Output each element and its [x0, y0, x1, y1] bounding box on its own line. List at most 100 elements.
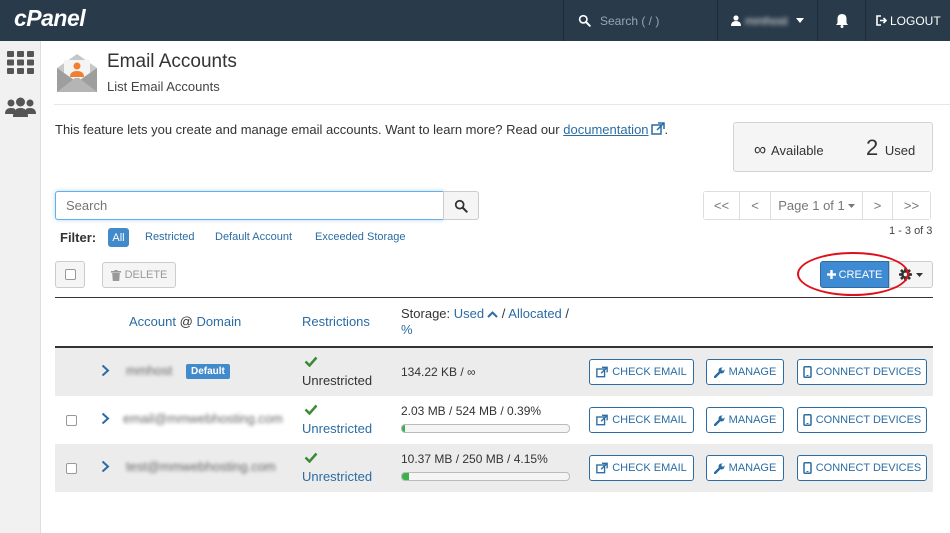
manage-label: MANAGE	[728, 414, 777, 426]
documentation-link[interactable]: documentation	[563, 122, 648, 137]
intro-text: This feature lets you create and manage …	[55, 122, 668, 137]
checkmark-icon	[304, 404, 318, 415]
check-email-button[interactable]: CHECK EMAIL	[589, 407, 694, 433]
manage-button[interactable]: MANAGE	[706, 359, 784, 385]
users-icon[interactable]	[5, 97, 36, 117]
chevron-right-icon[interactable]	[101, 460, 110, 473]
page-subtitle: List Email Accounts	[107, 79, 220, 94]
manage-label: MANAGE	[728, 462, 777, 474]
account-name: mmhost	[126, 363, 173, 378]
previous-page-button[interactable]: <	[740, 192, 771, 219]
storage-header: Storage: Used / Allocated / %	[401, 306, 569, 337]
connect-devices-button[interactable]: CONNECT DEVICES	[797, 359, 927, 385]
check-email-button[interactable]: CHECK EMAIL	[589, 359, 694, 385]
global-search[interactable]: Search ( / )	[564, 0, 717, 41]
top-bar: cPanel Search ( / ) mmhost LOGOUT	[0, 0, 950, 41]
caret-down-icon	[847, 203, 855, 208]
wrench-icon	[713, 367, 725, 378]
account-domain-header[interactable]: Account @ Domain	[129, 314, 241, 329]
cpanel-logo[interactable]: cPanel	[14, 5, 86, 32]
select-all-checkbox[interactable]	[65, 269, 76, 280]
filter-restricted[interactable]: Restricted	[145, 231, 195, 243]
filter-label: Filter:	[60, 230, 97, 245]
external-link-icon[interactable]	[650, 122, 665, 135]
connect-devices-button[interactable]: CONNECT DEVICES	[797, 455, 927, 481]
account-name: email@mmwebhosting.com	[123, 411, 283, 426]
search-button[interactable]	[443, 191, 479, 220]
highlight-circle	[797, 252, 909, 296]
header-divider	[54, 104, 950, 105]
restriction-status[interactable]: Unrestricted	[302, 421, 372, 436]
external-link-icon	[596, 366, 609, 378]
check-email-button[interactable]: CHECK EMAIL	[589, 455, 694, 481]
manage-button[interactable]: MANAGE	[706, 407, 784, 433]
checkmark-icon	[304, 356, 318, 367]
table-row: email@mmwebhosting.com Unrestricted 2.03…	[55, 396, 933, 444]
last-page-button[interactable]: >>	[893, 192, 930, 219]
page-title: Email Accounts	[107, 51, 237, 72]
notifications-button[interactable]	[818, 0, 865, 41]
restrictions-header[interactable]: Restrictions	[302, 314, 370, 329]
at-symbol: @	[179, 314, 193, 329]
used-stat: 2 Used	[866, 135, 915, 161]
trash-icon	[110, 269, 121, 281]
delete-label: DELETE	[124, 269, 168, 281]
storage-progress-bar	[401, 472, 570, 481]
allocated-header[interactable]: Allocated	[508, 306, 561, 321]
storage-separator: /	[565, 306, 570, 321]
row-checkbox[interactable]	[66, 463, 77, 474]
first-page-button[interactable]: <<	[704, 192, 740, 219]
intro-end: .	[664, 122, 669, 137]
connect-devices-label: CONNECT DEVICES	[815, 366, 922, 378]
storage-header-prefix: Storage:	[401, 306, 451, 321]
domain-header[interactable]: Domain	[196, 314, 241, 329]
storage-progress-fill	[402, 473, 409, 480]
email-accounts-icon	[57, 54, 97, 92]
username: mmhost	[745, 13, 788, 28]
intro-sentence: This feature lets you create and manage …	[55, 122, 560, 137]
filter-default-account[interactable]: Default Account	[215, 231, 292, 243]
result-range: 1 - 3 of 3	[889, 225, 933, 237]
chevron-right-icon[interactable]	[101, 412, 110, 425]
mobile-icon	[802, 414, 812, 426]
row-checkbox[interactable]	[66, 415, 77, 426]
connect-devices-label: CONNECT DEVICES	[815, 462, 922, 474]
account-header[interactable]: Account	[129, 314, 176, 329]
select-all-button[interactable]	[55, 261, 85, 288]
account-name: test@mmwebhosting.com	[126, 459, 276, 474]
next-page-button[interactable]: >	[863, 192, 893, 219]
table-row: mmhost Default Unrestricted 134.22 KB / …	[55, 348, 933, 396]
chevron-right-icon[interactable]	[101, 364, 110, 377]
logout-button[interactable]: LOGOUT	[866, 0, 950, 41]
external-link-icon	[596, 462, 609, 474]
delete-button[interactable]: DELETE	[102, 262, 176, 288]
restriction-status[interactable]: Unrestricted	[302, 469, 372, 484]
storage-progress-fill	[402, 425, 405, 432]
manage-label: MANAGE	[728, 366, 777, 378]
manage-button[interactable]: MANAGE	[706, 455, 784, 481]
page-label: Page 1 of 1	[778, 198, 845, 213]
used-count: 2	[866, 135, 879, 160]
logout-icon	[876, 15, 887, 26]
percent-header[interactable]: %	[401, 322, 569, 337]
filter-exceeded-storage[interactable]: Exceeded Storage	[315, 231, 406, 243]
apps-grid-icon[interactable]	[7, 51, 34, 74]
global-search-placeholder: Search ( / )	[600, 13, 660, 28]
available-symbol: ∞	[754, 140, 767, 159]
page-select[interactable]: Page 1 of 1	[771, 192, 863, 219]
check-email-label: CHECK EMAIL	[612, 414, 687, 426]
search-icon	[454, 199, 468, 213]
storage-usage: 2.03 MB / 524 MB / 0.39%	[401, 404, 542, 418]
user-menu[interactable]: mmhost	[718, 0, 817, 41]
mobile-icon	[802, 462, 812, 474]
checkmark-icon	[304, 452, 318, 463]
connect-devices-button[interactable]: CONNECT DEVICES	[797, 407, 927, 433]
mobile-icon	[802, 366, 812, 378]
connect-devices-label: CONNECT DEVICES	[815, 414, 922, 426]
used-header[interactable]: Used	[454, 306, 484, 321]
caret-down-icon	[916, 272, 923, 277]
caret-down-icon	[795, 18, 804, 23]
search-input[interactable]	[55, 191, 444, 220]
filter-all[interactable]: All	[108, 228, 129, 247]
left-sidebar	[0, 41, 41, 533]
